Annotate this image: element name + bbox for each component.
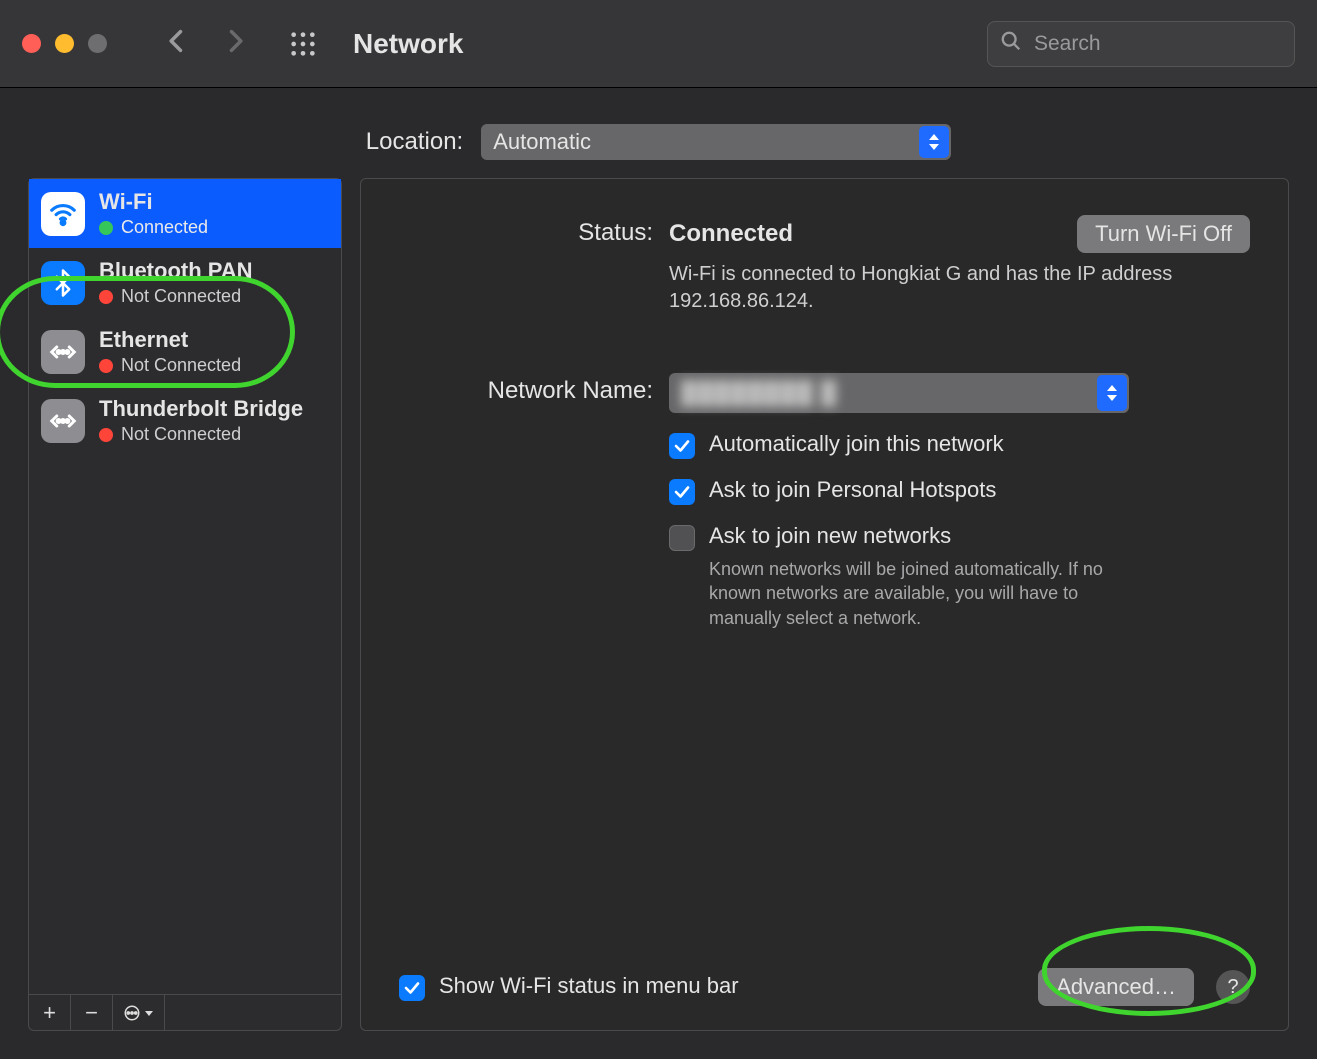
service-list-footer: + − bbox=[29, 994, 341, 1030]
ask-new-label: Ask to join new networks bbox=[709, 523, 951, 549]
back-button[interactable] bbox=[163, 27, 191, 60]
ethernet-icon bbox=[41, 330, 85, 374]
service-status: Not Connected bbox=[99, 424, 303, 445]
show-menubar-label: Show Wi-Fi status in menu bar bbox=[439, 973, 739, 999]
service-name: Wi-Fi bbox=[99, 189, 208, 215]
auto-join-label: Automatically join this network bbox=[709, 431, 1004, 457]
dropdown-stepper-icon bbox=[1097, 375, 1127, 411]
location-value: Automatic bbox=[493, 129, 591, 155]
advanced-button[interactable]: Advanced… bbox=[1038, 968, 1194, 1006]
status-description: Wi-Fi is connected to Hongkiat G and has… bbox=[669, 261, 1250, 315]
location-select[interactable]: Automatic bbox=[481, 124, 951, 160]
location-label: Location: bbox=[366, 128, 463, 156]
checkbox-checked-icon bbox=[669, 433, 695, 459]
wifi-icon bbox=[41, 192, 85, 236]
status-dot-icon bbox=[99, 221, 113, 235]
service-actions-button[interactable] bbox=[113, 995, 165, 1030]
service-status: Connected bbox=[99, 217, 208, 238]
service-name: Thunderbolt Bridge bbox=[99, 396, 303, 422]
checkbox-checked-icon bbox=[669, 479, 695, 505]
service-item-bluetooth[interactable]: Bluetooth PANNot Connected bbox=[29, 248, 341, 317]
search-field-wrap[interactable] bbox=[987, 21, 1295, 67]
window-title: Network bbox=[353, 28, 463, 60]
network-name-label: Network Name: bbox=[399, 373, 669, 405]
auto-join-checkbox-row[interactable]: Automatically join this network bbox=[669, 431, 1129, 459]
ask-hotspot-checkbox-row[interactable]: Ask to join Personal Hotspots bbox=[669, 477, 1129, 505]
thunderbolt-icon bbox=[41, 399, 85, 443]
bluetooth-icon bbox=[41, 261, 85, 305]
window-toolbar: Network bbox=[0, 0, 1317, 88]
ask-new-checkbox-row[interactable]: Ask to join new networks bbox=[669, 523, 1129, 551]
service-item-ethernet[interactable]: EthernetNot Connected bbox=[29, 317, 341, 386]
service-name: Bluetooth PAN bbox=[99, 258, 253, 284]
search-icon bbox=[1000, 30, 1022, 57]
network-name-value: ████████ █ bbox=[681, 380, 837, 406]
location-row: Location: Automatic bbox=[0, 88, 1317, 178]
status-value: Connected bbox=[669, 220, 793, 248]
status-dot-icon bbox=[99, 359, 113, 373]
service-item-thunderbolt[interactable]: Thunderbolt BridgeNot Connected bbox=[29, 386, 341, 455]
window-traffic-lights bbox=[22, 34, 107, 53]
detail-panel: Status: Connected Turn Wi-Fi Off Wi-Fi i… bbox=[360, 178, 1289, 1031]
status-dot-icon bbox=[99, 428, 113, 442]
nav-arrows bbox=[163, 27, 249, 60]
toggle-wifi-button[interactable]: Turn Wi-Fi Off bbox=[1077, 215, 1250, 253]
minimize-window-button[interactable] bbox=[55, 34, 74, 53]
show-menubar-checkbox-row[interactable]: Show Wi-Fi status in menu bar bbox=[399, 973, 739, 1001]
close-window-button[interactable] bbox=[22, 34, 41, 53]
service-list: Wi-FiConnectedBluetooth PANNot Connected… bbox=[28, 178, 342, 1031]
ask-new-hint: Known networks will be joined automatica… bbox=[709, 557, 1149, 630]
service-name: Ethernet bbox=[99, 327, 241, 353]
content-area: Location: Automatic Wi-FiConnectedBlueto… bbox=[0, 88, 1317, 1059]
help-button[interactable]: ? bbox=[1216, 970, 1250, 1004]
service-item-wifi[interactable]: Wi-FiConnected bbox=[29, 179, 341, 248]
search-input[interactable] bbox=[1032, 31, 1282, 57]
service-status: Not Connected bbox=[99, 286, 253, 307]
service-status: Not Connected bbox=[99, 355, 241, 376]
dropdown-stepper-icon bbox=[919, 126, 949, 158]
status-dot-icon bbox=[99, 290, 113, 304]
remove-service-button[interactable]: − bbox=[71, 995, 113, 1030]
show-all-button[interactable] bbox=[285, 26, 321, 62]
status-label: Status: bbox=[399, 215, 669, 247]
forward-button[interactable] bbox=[221, 27, 249, 60]
zoom-window-button[interactable] bbox=[88, 34, 107, 53]
network-name-select[interactable]: ████████ █ bbox=[669, 373, 1129, 413]
checkbox-checked-icon bbox=[399, 975, 425, 1001]
add-service-button[interactable]: + bbox=[29, 995, 71, 1030]
ask-hotspot-label: Ask to join Personal Hotspots bbox=[709, 477, 996, 503]
checkbox-unchecked-icon bbox=[669, 525, 695, 551]
